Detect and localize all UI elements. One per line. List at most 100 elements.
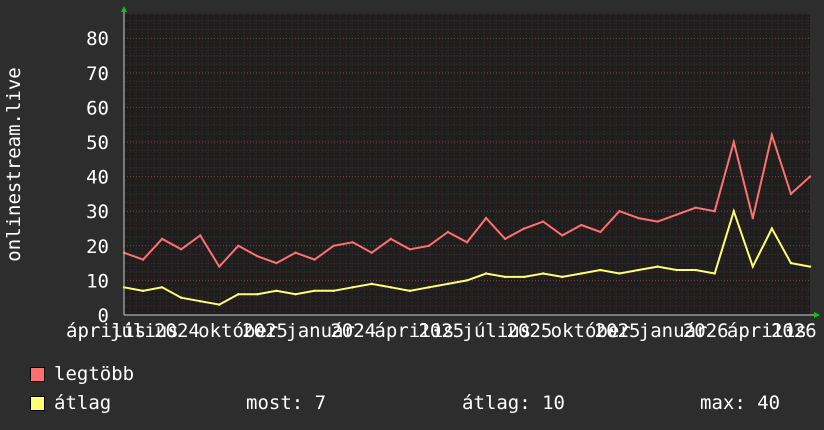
y-axis-label: onlinestream.live (3, 67, 25, 261)
data-point-0-10 (313, 258, 316, 261)
data-point-0-2 (160, 237, 164, 241)
data-point-1-2 (160, 286, 164, 289)
data-point-0-25 (599, 230, 602, 234)
data-point-0-18 (465, 241, 469, 244)
x-axis-arrow (814, 312, 820, 318)
data-point-1-30 (694, 268, 697, 272)
legend-item-max: legtöbb (30, 363, 134, 385)
data-point-0-30 (694, 206, 697, 209)
data-point-1-12 (351, 286, 354, 289)
y-tick-label: 20 (86, 236, 109, 258)
data-point-0-19 (484, 216, 488, 220)
data-point-1-25 (599, 268, 602, 272)
stat-now: most: 7 (246, 392, 327, 414)
data-point-1-36 (808, 265, 812, 268)
data-point-0-9 (294, 251, 297, 254)
data-point-0-12 (351, 241, 354, 244)
data-point-1-11 (332, 289, 335, 292)
data-point-1-6 (237, 293, 240, 296)
data-point-0-11 (332, 244, 335, 248)
data-point-0-6 (237, 244, 240, 248)
data-point-1-16 (427, 286, 431, 289)
data-point-0-29 (675, 213, 678, 216)
legend-swatch-max (30, 366, 45, 382)
y-axis-arrow (121, 6, 127, 12)
data-point-0-23 (561, 234, 564, 237)
x-tick-label: 2025 (242, 320, 288, 342)
data-point-0-35 (789, 192, 793, 196)
data-point-1-14 (389, 286, 392, 289)
data-point-1-17 (446, 282, 450, 286)
data-point-1-19 (484, 272, 488, 275)
data-point-1-28 (656, 265, 659, 268)
data-point-0-1 (141, 258, 145, 261)
data-point-0-34 (770, 133, 774, 137)
data-point-0-4 (199, 234, 202, 237)
y-tick-label: 30 (86, 201, 109, 223)
data-point-0-24 (580, 223, 583, 227)
data-point-0-5 (218, 265, 221, 268)
data-point-1-18 (465, 279, 469, 282)
data-point-1-7 (256, 293, 259, 296)
y-tick-label: 80 (86, 28, 109, 50)
x-tick-label: 2024 (330, 320, 376, 342)
data-point-0-27 (637, 216, 640, 220)
x-tick-label: 2025 (595, 320, 641, 342)
y-tick-label: 40 (86, 167, 109, 189)
data-point-1-10 (313, 289, 316, 292)
legend-swatch-avg (30, 395, 45, 411)
data-point-1-34 (770, 227, 774, 230)
data-point-1-15 (408, 289, 412, 292)
plot-area (124, 14, 810, 315)
data-point-0-32 (732, 140, 735, 144)
data-point-0-13 (370, 251, 373, 254)
data-point-1-13 (370, 282, 373, 286)
chart-grid (123, 14, 810, 316)
data-point-0-28 (656, 220, 659, 223)
data-point-1-26 (618, 272, 621, 275)
data-point-1-1 (141, 289, 145, 292)
rrd-chart: 01020304050607080áprilisjúlius2024októbe… (3, 6, 820, 342)
data-point-0-14 (389, 237, 392, 241)
y-tick-label: 10 (86, 270, 109, 292)
data-point-0-22 (542, 220, 545, 223)
legend-label-max: legtöbb (54, 363, 135, 385)
data-point-0-17 (446, 230, 450, 234)
data-point-0-31 (713, 210, 716, 213)
data-point-1-5 (218, 303, 221, 306)
legend-label-avg: átlag (54, 392, 112, 414)
x-tick-label: 2026 (683, 320, 729, 342)
data-point-1-23 (561, 275, 564, 279)
data-point-1-33 (751, 265, 755, 268)
y-tick-label: 70 (86, 63, 109, 85)
data-point-1-32 (732, 210, 735, 213)
x-tick-label: 2026 (771, 320, 817, 342)
data-point-0-26 (618, 210, 621, 213)
data-point-1-27 (637, 268, 640, 272)
data-point-0-15 (408, 248, 412, 251)
legend-item-avg: átlag (30, 392, 111, 414)
data-point-0-21 (522, 227, 526, 230)
data-point-1-21 (522, 275, 526, 279)
stat-average: átlag: 10 (462, 392, 565, 414)
data-point-1-31 (713, 272, 716, 275)
data-point-1-20 (503, 275, 507, 279)
data-point-1-22 (542, 272, 545, 275)
x-tick-label: 2024 (154, 320, 200, 342)
data-point-0-20 (503, 237, 507, 241)
data-point-0-36 (808, 175, 812, 178)
x-tick-label: 2025 (507, 320, 553, 342)
data-point-1-29 (675, 268, 678, 272)
data-point-1-9 (294, 293, 297, 296)
data-point-0-8 (275, 261, 278, 265)
y-tick-label: 60 (86, 97, 109, 119)
data-point-1-35 (789, 261, 793, 265)
data-point-1-3 (179, 296, 183, 299)
data-point-0-7 (256, 254, 259, 258)
data-point-0-3 (179, 248, 183, 251)
data-point-1-4 (199, 299, 202, 303)
data-point-1-24 (580, 272, 583, 275)
y-tick-label: 50 (86, 132, 109, 154)
data-point-0-33 (751, 216, 755, 220)
data-point-1-8 (275, 289, 278, 292)
